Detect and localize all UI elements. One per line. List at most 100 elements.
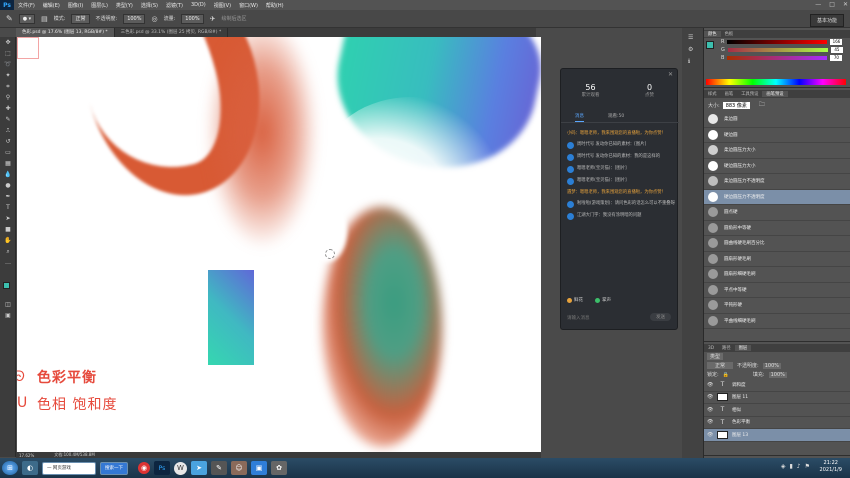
brush-preset-row[interactable]: 平点中等硬 <box>704 283 850 298</box>
workspace-button[interactable]: 基本功能 <box>809 14 844 27</box>
brush-preset-row[interactable]: 圆角形中等硬 <box>704 221 850 236</box>
zoom-readout[interactable]: 17.62% <box>19 453 34 458</box>
tab-brush[interactable]: 画笔 <box>721 91 738 97</box>
maximize-button[interactable]: □ <box>829 1 835 8</box>
layer-filter-select[interactable]: 类型 <box>707 353 724 360</box>
doc-tab-1[interactable]: 色彩.psd @ 17.6% (图层 13, RGB/8#) * <box>16 28 115 37</box>
tab-brush-presets[interactable]: 画笔预设 <box>762 91 788 97</box>
eyedropper-tool-icon[interactable]: ⚲ <box>0 92 16 103</box>
send-button[interactable]: 发送 <box>650 313 671 321</box>
slider-r-track[interactable] <box>727 40 828 44</box>
brush-preset-row[interactable]: 圆扇形细硬毛刷 <box>704 267 850 283</box>
brush-preset-row[interactable]: 柔边圆压力大小 <box>704 143 850 159</box>
visibility-eye-icon[interactable]: 👁 <box>707 382 713 388</box>
quick-mask-icon[interactable]: ◫ <box>0 299 16 310</box>
tray-app-icon[interactable]: ◈ <box>781 463 786 470</box>
pen-tool-icon[interactable]: ✒ <box>0 191 16 202</box>
move-tool-icon[interactable]: ✥ <box>0 37 16 48</box>
chat-tab-messages[interactable]: 消息 <box>575 113 584 122</box>
folder-icon[interactable]: 🗀 <box>759 100 765 110</box>
brush-preset-row[interactable]: 柔边圆压力不透明度 <box>704 174 850 190</box>
start-button[interactable]: ⊞ <box>2 461 18 475</box>
visibility-eye-icon[interactable]: 👁 <box>707 419 713 425</box>
w-app-icon[interactable]: W <box>174 461 187 475</box>
properties-panel-icon[interactable]: ⚙ <box>688 44 697 56</box>
avatar-app-icon[interactable]: ☺ <box>231 461 247 475</box>
tab-layers[interactable]: 图层 <box>734 345 752 351</box>
slider-r[interactable]: R 166 <box>718 38 846 46</box>
chat-input[interactable]: 请输入消息 <box>567 315 590 321</box>
brush-preset-row[interactable]: 平曲线细硬毛刷 <box>704 314 850 329</box>
tab-tool-presets[interactable]: 工具预设 <box>737 91 762 97</box>
menu-window[interactable]: 窗口(W) <box>235 2 262 9</box>
healing-tool-icon[interactable]: ✚ <box>0 103 16 114</box>
flag-icon[interactable]: ⚑ <box>805 463 810 470</box>
eraser-tool-icon[interactable]: ▭ <box>0 147 16 158</box>
color-spectrum-bar[interactable] <box>706 79 846 85</box>
tab-color[interactable]: 颜色 <box>704 31 721 37</box>
tab-3d[interactable]: 3D <box>704 346 718 351</box>
clock[interactable]: 21:22 2021/1/9 <box>820 460 842 474</box>
menu-filter[interactable]: 滤镜(T) <box>162 2 187 9</box>
brush-preset-row[interactable]: 圆扇形硬毛刷 <box>704 252 850 267</box>
info-panel-icon[interactable]: ℹ <box>688 56 697 68</box>
dodge-tool-icon[interactable]: ● <box>0 180 16 191</box>
layer-row[interactable]: 👁 T 相似 <box>704 404 850 417</box>
airbrush-icon[interactable]: ✈ <box>210 15 216 23</box>
layer-opacity-input[interactable]: 100% <box>762 362 781 369</box>
media-app-icon[interactable]: ▣ <box>251 461 267 475</box>
tab-styles[interactable]: 样式 <box>704 91 721 97</box>
brush-size-input[interactable]: 883 像素 <box>722 101 750 109</box>
photoshop-task-icon[interactable]: Ps <box>154 461 170 475</box>
menu-image[interactable]: 图像(I) <box>64 2 87 9</box>
color-swatch-stack[interactable] <box>704 38 718 68</box>
hand-tool-icon[interactable]: ✋ <box>0 235 16 246</box>
chat-tab-viewers[interactable]: 观看:50 <box>608 113 624 122</box>
slider-b-value[interactable]: 70 <box>830 55 843 61</box>
close-button[interactable]: ✕ <box>843 1 848 8</box>
brush-preset-row[interactable]: 平钝形硬 <box>704 298 850 314</box>
layer-row[interactable]: 👁 图层 11 <box>704 392 850 404</box>
brush-preset-row[interactable]: 硬边圆压力不透明度 <box>704 189 850 205</box>
chat-close-icon[interactable]: ✕ <box>668 71 673 78</box>
menu-type[interactable]: 类型(Y) <box>112 2 137 9</box>
brush-preset-row[interactable]: 硬边圆压力大小 <box>704 159 850 174</box>
network-icon[interactable]: ▮ <box>789 463 792 470</box>
stamp-tool-icon[interactable]: ⎍ <box>0 125 16 136</box>
foreground-color-swatch[interactable] <box>3 282 10 289</box>
menu-edit[interactable]: 编辑(E) <box>39 2 64 9</box>
lasso-tool-icon[interactable]: ➰ <box>0 59 16 70</box>
cursor-app-icon[interactable]: ➤ <box>191 461 207 475</box>
layer-row[interactable]: 👁 T 调和度 <box>704 379 850 392</box>
search-button[interactable]: 搜索一下 <box>100 461 128 475</box>
pen-app-icon[interactable]: ✎ <box>211 461 227 475</box>
slider-g[interactable]: G 45 <box>718 46 846 54</box>
brush-preset-row[interactable]: 硬边圆 <box>704 128 850 143</box>
slider-g-value[interactable]: 45 <box>830 47 843 53</box>
lock-icon[interactable]: 🔒 <box>723 372 729 378</box>
slider-g-track[interactable] <box>727 48 828 52</box>
menu-layer[interactable]: 图层(L) <box>87 2 112 9</box>
brush-preset-row[interactable]: 圆曲线硬毛刷百分比 <box>704 236 850 252</box>
brush-tool-icon[interactable]: ✎ <box>6 14 13 23</box>
brush-preset-row[interactable]: 圆点硬 <box>704 205 850 221</box>
gift-flower[interactable]: 鲜花 <box>567 297 583 303</box>
more-tools-icon[interactable]: … <box>0 257 16 268</box>
type-tool-icon[interactable]: T <box>0 202 16 213</box>
brush-preset-picker[interactable]: ● ▾ <box>18 13 36 24</box>
menu-file[interactable]: 文件(F) <box>14 2 39 9</box>
blur-tool-icon[interactable]: 💧 <box>0 169 16 180</box>
marquee-tool-icon[interactable]: ⬚ <box>0 48 16 59</box>
slider-b-track[interactable] <box>727 56 828 60</box>
tab-swatches[interactable]: 色板 <box>721 31 738 37</box>
slider-b[interactable]: B 70 <box>718 54 846 62</box>
gradient-tool-icon[interactable]: ▦ <box>0 158 16 169</box>
blend-mode-select[interactable]: 正常 <box>707 362 734 369</box>
palette-app-icon[interactable]: ✿ <box>271 461 287 475</box>
mode-select[interactable]: 正常 <box>71 13 90 24</box>
visibility-eye-icon[interactable]: 👁 <box>707 394 713 400</box>
menu-help[interactable]: 帮助(H) <box>262 2 288 9</box>
netease-app-icon[interactable]: ◉ <box>138 462 150 474</box>
crop-tool-icon[interactable]: ⌗ <box>0 81 16 92</box>
minimize-button[interactable]: — <box>815 1 821 8</box>
